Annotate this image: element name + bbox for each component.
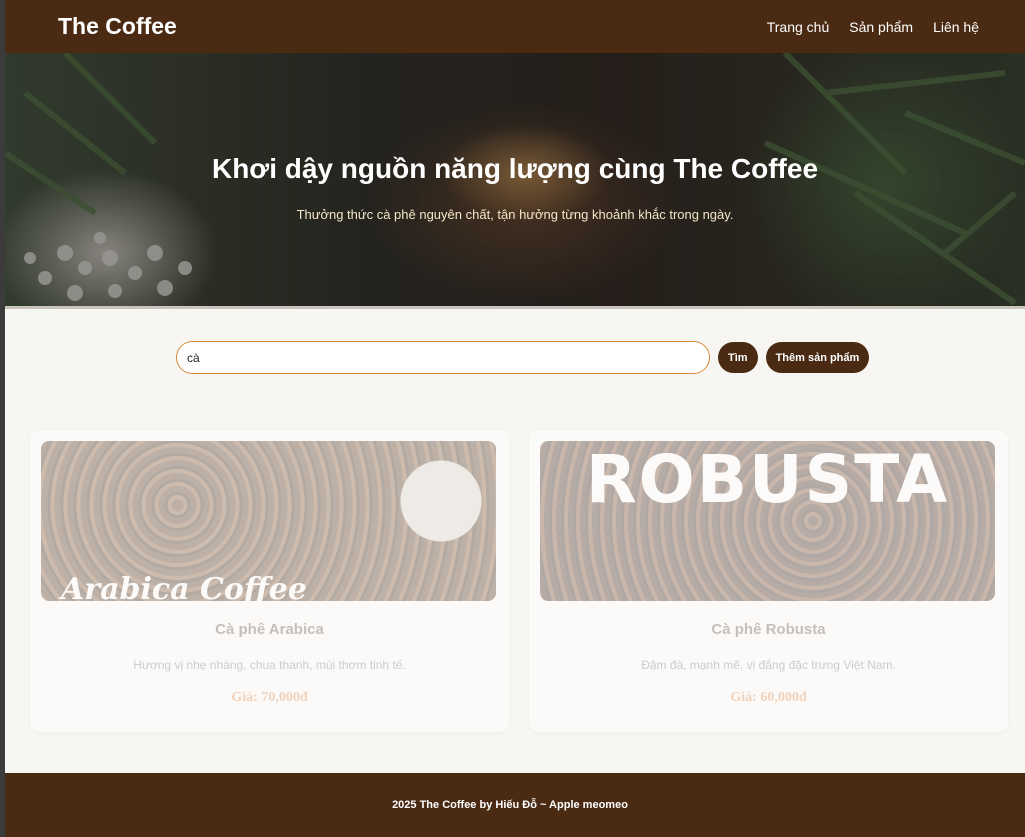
hero-banner: Khơi dậy nguồn năng lượng cùng The Coffe…: [5, 53, 1025, 309]
nav-contact-link[interactable]: Liên hệ: [933, 19, 979, 35]
top-navbar: The Coffee Trang chủ Sản phẩm Liên hệ: [5, 0, 1025, 53]
search-button[interactable]: Tìm: [718, 342, 758, 373]
product-description: Hương vị nhẹ nhàng, chua thanh, mùi thơm…: [133, 658, 406, 672]
product-price: Giá: 70,000đ: [231, 690, 308, 705]
product-info-robusta: Cà phê Robusta Đậm đà, mạnh mẽ, vị đắng …: [540, 621, 997, 706]
product-list: Arabica Coffee Cà phê Arabica Hương vị n…: [30, 430, 1009, 732]
page: The Coffee Trang chủ Sản phẩm Liên hệ Kh…: [5, 0, 1025, 837]
product-card-arabica[interactable]: Arabica Coffee Cà phê Arabica Hương vị n…: [30, 430, 509, 732]
search-input[interactable]: [176, 341, 710, 374]
product-name: Cà phê Robusta: [711, 621, 826, 638]
product-image-robusta: ROBUSTA: [540, 441, 995, 601]
pebbles-decoration: [24, 232, 192, 301]
footer-text: 2025 The Coffee by Hiếu Đỗ ~ Apple meome…: [392, 799, 628, 811]
image-text-robusta: ROBUSTA: [585, 441, 950, 518]
hero-divider: [5, 306, 1025, 309]
product-description: Đậm đà, mạnh mẽ, vị đắng đặc trưng Việt …: [641, 658, 896, 672]
product-name: Cà phê Arabica: [215, 621, 324, 638]
image-text-arabica: Arabica Coffee: [61, 572, 307, 601]
nav-products-link[interactable]: Sản phẩm: [849, 19, 913, 35]
product-info-arabica: Cà phê Arabica Hương vị nhẹ nhàng, chua …: [41, 621, 498, 706]
product-price: Giá: 60,000đ: [730, 690, 807, 705]
hero-title: Khơi dậy nguồn năng lượng cùng The Coffe…: [211, 153, 819, 184]
search-bar: Tìm Thêm sản phẩm: [176, 341, 870, 374]
product-card-robusta[interactable]: ROBUSTA Cà phê Robusta Đậm đà, mạnh mẽ, …: [529, 430, 1008, 732]
brand-logo[interactable]: The Coffee: [58, 13, 177, 40]
add-product-button[interactable]: Thêm sản phẩm: [765, 342, 870, 373]
product-image-arabica: Arabica Coffee: [41, 441, 496, 601]
main-nav: Trang chủ Sản phẩm Liên hệ: [767, 19, 979, 35]
hero-subtitle: Thưởng thức cà phê nguyên chất, tận hưởn…: [296, 207, 734, 222]
nav-home-link[interactable]: Trang chủ: [767, 19, 830, 35]
hero-text: Khơi dậy nguồn năng lượng cùng The Coffe…: [5, 153, 1025, 222]
site-footer: 2025 The Coffee by Hiếu Đỗ ~ Apple meome…: [5, 773, 1025, 837]
